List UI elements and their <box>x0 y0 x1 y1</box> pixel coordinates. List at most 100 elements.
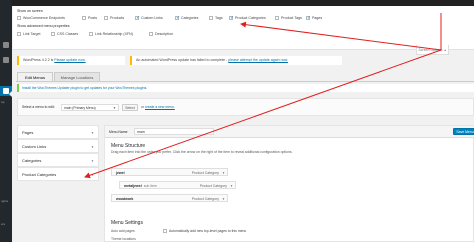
menu-header: Menu Name main Save Menu <box>105 126 474 138</box>
accordion-categories[interactable]: Categories ▼ <box>17 153 99 167</box>
menu-item[interactable] <box>0 40 12 50</box>
option-label: Custom Links <box>141 16 163 20</box>
option-description[interactable]: Description <box>149 32 173 37</box>
advanced-properties-title: Show advanced menu properties <box>17 24 70 28</box>
menu-item-jewel[interactable]: jewel Product Category ▼ <box>111 168 228 176</box>
checkbox-checked[interactable] <box>306 15 311 21</box>
menu-item-title: jewel <box>116 171 125 175</box>
checkbox[interactable] <box>17 32 21 37</box>
option-label: CSS Classes <box>57 32 79 36</box>
option-link-target[interactable]: Link Target <box>17 32 41 37</box>
menu-item-type: Product Category <box>191 171 219 175</box>
notice-link[interactable]: Install the WooThemes Updater plugin to … <box>22 86 147 90</box>
select-menu-label: Select a menu to edit: <box>22 105 55 109</box>
menu-item[interactable] <box>0 55 12 65</box>
checkbox-checked[interactable] <box>135 15 140 21</box>
accordion-label: Pages <box>22 130 34 135</box>
tab-edit-menus[interactable]: Edit Menus <box>17 72 53 81</box>
option-woocommerce-endpoints[interactable]: WooCommerce Endpoints <box>17 16 65 21</box>
menu-label[interactable]: ugins <box>1 199 8 203</box>
current-pointer <box>9 91 12 97</box>
woothemes-updater-notice[interactable]: Install the WooThemes Updater plugin to … <box>17 84 474 92</box>
accordion-label: Categories <box>22 158 42 163</box>
option-label: Product Categories <box>235 16 266 20</box>
checkbox-checked[interactable] <box>175 15 180 21</box>
option-label: Pages <box>312 16 323 20</box>
button-label: Select <box>125 106 135 110</box>
menu-select[interactable]: main (Primary Menu) ▼ <box>61 104 119 111</box>
menu-management-panel: Menu Name main Save Menu Menu Structure … <box>104 125 474 242</box>
button-label: Save Menu <box>456 130 474 134</box>
option-label: Posts <box>88 16 97 20</box>
option-label: Product Tags <box>281 16 302 20</box>
checkbox-checked[interactable] <box>229 15 234 21</box>
menu-name-input[interactable]: main <box>134 128 214 135</box>
chevron-down-icon[interactable]: ▼ <box>230 182 233 190</box>
select-button[interactable]: Select <box>122 104 138 111</box>
menu-settings-title: Menu Settings <box>111 220 143 226</box>
option-categories[interactable]: Categories <box>175 15 198 21</box>
notice-text: WordPress 4.2.2 is <box>23 58 54 62</box>
checkbox[interactable] <box>89 32 93 37</box>
option-css-classes[interactable]: CSS Classes <box>51 32 79 37</box>
checkbox[interactable] <box>275 16 279 21</box>
posts-icon <box>3 57 9 63</box>
checkbox[interactable] <box>82 16 86 21</box>
chevron-down-icon: ▼ <box>91 159 94 163</box>
notice-text: An automated WordPress update has failed… <box>136 58 229 62</box>
admin-sidebar: Ap ugins ers <box>0 0 12 242</box>
option-pages[interactable]: Pages <box>306 15 323 21</box>
option-product-categories[interactable]: Product Categories <box>229 15 266 21</box>
accordion-product-categories[interactable]: Product Categories ▼ <box>17 167 99 181</box>
screen-options-toggle[interactable]: Screen Options ▲ <box>416 45 449 55</box>
chevron-down-icon: ▼ <box>91 173 94 177</box>
create-new-menu-link[interactable]: create a new menu. <box>145 105 175 109</box>
menu-item-type: Product Category <box>191 197 219 201</box>
menu-item-woodwork[interactable]: woodwork Product Category ▼ <box>111 194 228 202</box>
chevron-up-icon: ▲ <box>443 47 447 52</box>
menu-name-label: Menu Name <box>109 130 128 134</box>
accordion-label: Custom Links <box>22 144 47 149</box>
accordion-custom-links[interactable]: Custom Links ▼ <box>17 139 99 153</box>
option-label: Link Target <box>23 32 41 36</box>
attempt-update-link[interactable]: please attempt the update again now. <box>228 58 288 62</box>
menu-structure-help: Drag each item into the order you prefer… <box>111 150 293 154</box>
chevron-down-icon[interactable]: ▼ <box>222 169 225 177</box>
checkbox[interactable] <box>209 16 213 21</box>
menu-label[interactable]: Ap <box>1 100 5 104</box>
update-notice: WordPress 4.2.2 is Please update now. <box>17 56 125 65</box>
option-posts[interactable]: Posts <box>82 16 97 21</box>
menu-item-title: woodwork <box>116 197 134 201</box>
option-custom-links[interactable]: Custom Links <box>135 15 163 21</box>
theme-locations-label: Theme locations <box>111 237 136 241</box>
auto-add-label: Auto add pages <box>111 229 135 233</box>
option-link-relationship[interactable]: Link Relationship (XFN) <box>89 32 133 37</box>
menu-item-type: Product Category <box>199 184 227 188</box>
checkbox[interactable] <box>163 229 167 234</box>
option-tags[interactable]: Tags <box>209 16 223 21</box>
option-label: Link Relationship (XFN) <box>95 32 133 36</box>
menu-select-value: main (Primary Menu) <box>64 106 96 110</box>
tab-label: Manage Locations <box>60 75 94 80</box>
chevron-down-icon[interactable]: ▼ <box>222 195 225 203</box>
checkbox[interactable] <box>104 16 108 21</box>
dashboard-icon <box>3 42 9 48</box>
tab-manage-locations[interactable]: Manage Locations <box>54 72 100 81</box>
checkbox[interactable] <box>17 16 21 21</box>
tab-divider <box>16 81 474 82</box>
checkbox[interactable] <box>149 32 153 37</box>
menu-name-value: main <box>137 130 145 134</box>
menu-label[interactable]: ers <box>1 222 5 226</box>
update-now-link[interactable]: Please update now. <box>54 58 85 62</box>
or-text: or create a new menu. <box>141 105 175 109</box>
or-label: or <box>141 105 145 109</box>
option-label: Automatically add new top-level pages to… <box>169 229 247 233</box>
checkbox[interactable] <box>51 32 55 37</box>
accordion-pages[interactable]: Pages ▼ <box>17 125 99 139</box>
option-products[interactable]: Products <box>104 16 124 21</box>
option-product-tags[interactable]: Product Tags <box>275 16 302 21</box>
menu-item-metaljewel[interactable]: metaljewel sub item Product Category ▼ <box>119 181 236 189</box>
failed-update-notice: An automated WordPress update has failed… <box>130 56 342 65</box>
auto-add-option[interactable]: Automatically add new top-level pages to… <box>163 229 247 234</box>
save-menu-button[interactable]: Save Menu <box>453 128 474 135</box>
